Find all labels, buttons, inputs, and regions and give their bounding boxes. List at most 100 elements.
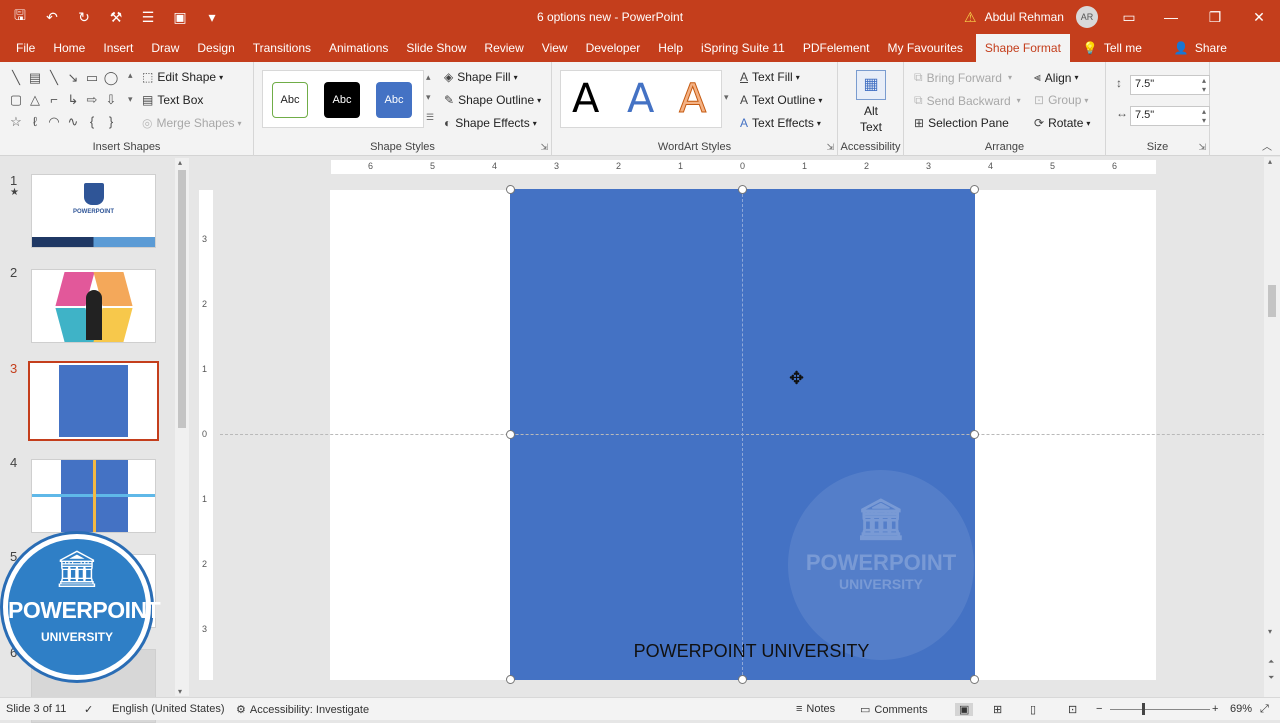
shape-text[interactable]: POWERPOINT UNIVERSITY — [510, 641, 993, 662]
reading-view-icon[interactable]: ▯ — [1030, 703, 1036, 716]
triangle-shape-icon[interactable]: △ — [27, 92, 43, 108]
redo-icon[interactable]: ↻ — [72, 5, 96, 29]
zoom-slider[interactable] — [1110, 709, 1210, 710]
slide-thumbnail-1[interactable]: POWERPOINT — [31, 174, 156, 248]
scroll-up-icon[interactable]: ▴ — [178, 158, 182, 167]
tab-design[interactable]: Design — [188, 34, 243, 62]
bring-forward-button[interactable]: ⧉ Bring Forward ▾ — [914, 70, 1012, 85]
arrow-line-shape-icon[interactable]: ↘ — [65, 70, 81, 86]
zoom-level[interactable]: 69% — [1230, 703, 1252, 715]
arc-shape-icon[interactable]: ◠ — [46, 114, 62, 130]
share-button[interactable]: 👤 Share — [1165, 34, 1236, 62]
accessibility-status[interactable]: ⚙ Accessibility: Investigate — [236, 703, 369, 717]
group-button[interactable]: ⊡ Group ▾ — [1034, 93, 1088, 107]
tab-view[interactable]: View — [533, 34, 577, 62]
tab-pdfelement[interactable]: PDFelement — [794, 34, 879, 62]
text-fill-button[interactable]: A Text Fill ▾ — [740, 70, 800, 84]
previous-slide-icon[interactable]: ⏶ — [1268, 657, 1274, 667]
star-shape-icon[interactable]: ☆ — [8, 114, 24, 130]
zoom-in-icon[interactable]: + — [1212, 703, 1218, 715]
touch-mode-icon[interactable]: ☰ — [136, 5, 160, 29]
dialog-launcher-icon[interactable]: ⇲ — [540, 142, 548, 153]
shapes-more[interactable]: ▾ — [128, 94, 133, 105]
resize-handle-top-left[interactable] — [506, 185, 515, 194]
resize-handle-bottom-right[interactable] — [970, 675, 979, 684]
minimize-icon[interactable]: — — [1160, 6, 1182, 28]
oval-shape-icon[interactable]: ◯ — [103, 70, 119, 86]
wordart-sample-orange[interactable]: A — [678, 76, 706, 123]
shape-style-black[interactable]: Abc — [324, 82, 360, 118]
alt-text-icon[interactable]: ▦ — [856, 70, 886, 100]
resize-handle-bottom[interactable] — [738, 675, 747, 684]
zoom-slider-thumb[interactable] — [1142, 703, 1145, 715]
fit-to-window-icon[interactable]: ⤢ — [1260, 703, 1269, 716]
tab-help[interactable]: Help — [649, 34, 692, 62]
textbox-shape-icon[interactable]: ▤ — [27, 70, 43, 86]
dialog-launcher-icon[interactable]: ⇲ — [1198, 142, 1206, 153]
brace-left-shape-icon[interactable]: { — [84, 114, 100, 130]
slide-thumbnail-2[interactable] — [31, 269, 156, 343]
spinner-icon[interactable]: ▴ ▾ — [1202, 76, 1206, 94]
shape-outline-button[interactable]: ✎ Shape Outline ▾ — [444, 93, 541, 107]
line-shape-icon[interactable]: ╲ — [8, 70, 24, 86]
brace-right-shape-icon[interactable]: } — [103, 114, 119, 130]
tab-insert[interactable]: Insert — [94, 34, 142, 62]
ribbon-display-icon[interactable]: ▭ — [1118, 6, 1140, 28]
tab-home[interactable]: Home — [44, 34, 94, 62]
language-indicator[interactable]: English (United States) — [112, 703, 225, 715]
shape-width-input[interactable]: 7.5" ▴ ▾ — [1130, 106, 1210, 126]
resize-handle-right[interactable] — [970, 430, 979, 439]
tab-ispring[interactable]: iSpring Suite 11 — [692, 34, 794, 62]
alt-text-line1[interactable]: Alt — [838, 104, 904, 118]
shape-style-blue[interactable]: Abc — [376, 82, 412, 118]
styles-scroll-down[interactable]: ▾ — [426, 92, 431, 103]
selection-pane-button[interactable]: ⊞ Selection Pane — [914, 116, 1009, 130]
avatar[interactable]: AR — [1075, 6, 1098, 28]
spelling-icon[interactable]: ✓ — [84, 703, 93, 716]
elbow-arrow-shape-icon[interactable]: ↳ — [65, 92, 81, 108]
tab-review[interactable]: Review — [475, 34, 532, 62]
comments-button[interactable]: ▭ Comments — [860, 703, 928, 717]
next-slide-icon[interactable]: ⏷ — [1268, 673, 1274, 683]
shape-style-outline[interactable]: Abc — [272, 82, 308, 118]
shapes-scroll[interactable]: ▴ — [128, 70, 133, 81]
close-icon[interactable]: ✕ — [1248, 6, 1270, 28]
tab-developer[interactable]: Developer — [577, 34, 650, 62]
notes-button[interactable]: ≡ Notes — [796, 703, 835, 715]
align-button[interactable]: ⫷ Align ▾ — [1034, 70, 1078, 85]
dialog-launcher-icon[interactable]: ⇲ — [826, 142, 834, 153]
tab-shape-format[interactable]: Shape Format — [975, 34, 1070, 62]
wordart-sample-black[interactable]: A — [572, 76, 599, 122]
editor-scrollbar[interactable]: ▴ ▾ ⏶ ⏷ — [1264, 157, 1280, 697]
right-arrow-shape-icon[interactable]: ⇨ — [84, 92, 100, 108]
shape-height-input[interactable]: 7.5" ▴ ▾ — [1130, 75, 1210, 95]
thumbnail-scrollbar[interactable]: ▴ ▾ — [175, 158, 189, 696]
wordart-sample-blue[interactable]: A — [627, 76, 654, 122]
edit-shape-button[interactable]: ⬚ Edit Shape ▾ — [142, 70, 223, 84]
text-effects-button[interactable]: A Text Effects ▾ — [740, 116, 821, 130]
rotate-button[interactable]: ⟳ Rotate ▾ — [1034, 116, 1090, 130]
line2-shape-icon[interactable]: ╲ — [46, 70, 62, 86]
thumbnail-scroll-thumb[interactable] — [178, 170, 186, 428]
down-arrow-shape-icon[interactable]: ⇩ — [103, 92, 119, 108]
tab-file[interactable]: File — [0, 34, 44, 62]
text-outline-button[interactable]: A Text Outline ▾ — [740, 93, 822, 107]
present-icon[interactable]: ▣ — [168, 5, 192, 29]
styles-more[interactable]: ☰ — [426, 112, 434, 123]
shape-effects-button[interactable]: ◐ Shape Effects ▾ — [444, 116, 537, 130]
tab-transitions[interactable]: Transitions — [244, 34, 320, 62]
rectangle-shape-icon[interactable]: ▭ — [84, 70, 100, 86]
resize-handle-bottom-left[interactable] — [506, 675, 515, 684]
rounded-rect-shape-icon[interactable]: ▢ — [8, 92, 24, 108]
editor-scroll-thumb[interactable] — [1268, 285, 1276, 317]
user-area[interactable]: ⚠ Abdul Rehman AR — [964, 6, 1098, 28]
scroll-up-icon[interactable]: ▴ — [1268, 157, 1272, 166]
resize-handle-top-right[interactable] — [970, 185, 979, 194]
customize-qat-icon[interactable]: ▾ — [200, 5, 224, 29]
save-icon[interactable]: 🖫 — [8, 5, 32, 29]
slideshow-icon[interactable]: ⊡ — [1068, 703, 1077, 716]
tab-animations[interactable]: Animations — [320, 34, 397, 62]
scroll-down-icon[interactable]: ▾ — [178, 687, 182, 696]
tab-draw[interactable]: Draw — [142, 34, 188, 62]
zoom-out-icon[interactable]: − — [1096, 703, 1102, 715]
